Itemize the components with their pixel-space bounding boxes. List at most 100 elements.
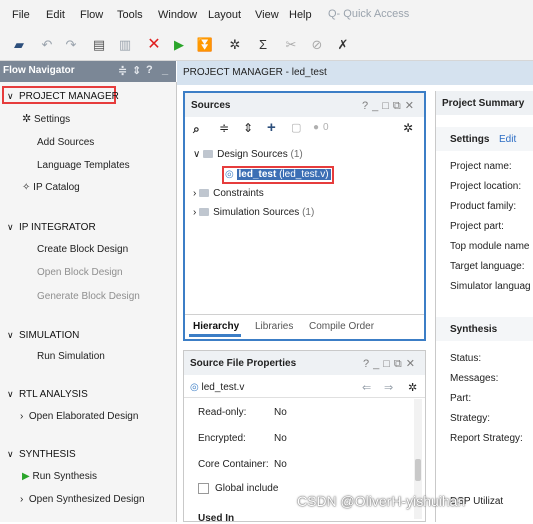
menu-view[interactable]: View xyxy=(255,9,279,21)
nav-create-block-design[interactable]: Create Block Design xyxy=(37,244,128,255)
tab-compile-order[interactable]: Compile Order xyxy=(309,321,374,332)
paste-icon[interactable]: ▥ xyxy=(116,37,134,53)
tool-icon[interactable]: ✂ xyxy=(282,37,300,53)
section-label: SYNTHESIS xyxy=(19,449,76,460)
menu-layout[interactable]: Layout xyxy=(208,9,241,21)
tab-hierarchy[interactable]: Hierarchy xyxy=(193,321,239,332)
file-name: led_test.v xyxy=(201,382,245,393)
section-simulation[interactable]: ∨ SIMULATION xyxy=(7,330,79,341)
copy-icon[interactable]: ▤ xyxy=(90,37,108,53)
divider xyxy=(184,397,425,398)
info-icon[interactable]: ▢ xyxy=(291,121,301,134)
toolbar: ▰ ↶ ↷ ▤ ▥ ✕ ▶ ⏬ ✲ Σ ✂ ⊘ ✗ xyxy=(0,30,533,61)
watermark: CSDN @OliverH-yishuihan xyxy=(297,493,466,509)
module-file: (led_test.v) xyxy=(279,169,329,180)
cancel-icon[interactable]: ✗ xyxy=(334,37,352,53)
section-label: SIMULATION xyxy=(19,330,80,341)
module-name: led_test xyxy=(238,169,277,180)
nav-generate-block-design[interactable]: Generate Block Design xyxy=(37,291,140,302)
pencil-icon[interactable]: ⊘ xyxy=(308,37,326,53)
sources-title: Sources xyxy=(191,100,231,111)
flow-navigator-title: Flow Navigator xyxy=(3,65,75,76)
edit-link[interactable]: Edit xyxy=(499,134,516,145)
ip-catalog-icon: ✧ xyxy=(22,182,31,193)
summary-field: Simulator languag xyxy=(450,281,531,292)
quick-access-search[interactable]: Q- Quick Access xyxy=(328,5,508,23)
collapse-all-icon[interactable]: ≑ xyxy=(219,121,229,135)
tree-constraints[interactable]: › Constraints xyxy=(193,188,264,199)
chevron-down-icon: ∨ xyxy=(193,149,201,160)
menu-flow[interactable]: Flow xyxy=(80,9,103,21)
summary-field: Project name: xyxy=(450,161,512,172)
help-icon[interactable]: ? xyxy=(146,64,153,76)
file-icon: ◎ xyxy=(190,382,199,393)
step-icon[interactable]: ⏬ xyxy=(196,37,214,53)
nav-label: IP Catalog xyxy=(33,182,80,193)
synth-field: Strategy: xyxy=(450,413,491,424)
nav-add-sources[interactable]: Add Sources xyxy=(37,137,94,148)
menu-help[interactable]: Help xyxy=(289,9,312,21)
folder-icon xyxy=(203,150,214,159)
nav-run-simulation[interactable]: Run Simulation xyxy=(37,351,105,362)
section-synthesis[interactable]: ∨ SYNTHESIS xyxy=(7,449,76,460)
tab-libraries[interactable]: Libraries xyxy=(255,321,293,332)
chevron-right-icon: › xyxy=(193,188,197,199)
nav-open-synthesized-design[interactable]: › Open Synthesized Design xyxy=(20,494,145,505)
back-icon[interactable]: ⇐ xyxy=(362,381,371,394)
folder-icon xyxy=(199,208,210,217)
synth-field: Report Strategy: xyxy=(450,433,523,444)
menu-window[interactable]: Window xyxy=(158,9,197,21)
expand-all-icon[interactable]: ⇕ xyxy=(132,64,141,77)
flow-navigator-header: Flow Navigator ≑ ⇕ ? _ xyxy=(0,61,176,82)
menu-tools[interactable]: Tools xyxy=(117,9,143,21)
window-controls[interactable]: ?_□⧉✕ xyxy=(362,99,418,113)
gear-icon: ✲ xyxy=(22,113,32,125)
open-project-icon[interactable]: ▰ xyxy=(10,37,28,53)
window-controls[interactable]: ?_□⧉✕ xyxy=(363,357,419,371)
undo-icon[interactable]: ↶ xyxy=(38,37,56,53)
prop-label: Core Container: xyxy=(198,459,269,470)
redo-icon[interactable]: ↷ xyxy=(62,37,80,53)
add-icon[interactable]: + xyxy=(267,119,276,136)
tree-label: Design Sources xyxy=(217,149,288,160)
prop-value: No xyxy=(274,459,287,470)
module-icon: ◎ xyxy=(225,169,234,180)
chevron-right-icon: › xyxy=(193,207,197,218)
settings-icon[interactable]: ✲ xyxy=(226,37,244,53)
search-icon[interactable]: ⌕ xyxy=(193,122,200,137)
menu-file[interactable]: File xyxy=(12,9,30,21)
section-rtl-analysis[interactable]: ∨ RTL ANALYSIS xyxy=(7,389,88,400)
nav-open-elaborated-design[interactable]: › Open Elaborated Design xyxy=(20,411,138,422)
tree-design-sources[interactable]: ∨ Design Sources (1) xyxy=(193,149,303,160)
section-project-manager[interactable]: ∨ PROJECT MANAGER xyxy=(7,91,119,102)
tree-led-test[interactable]: ◎ led_test (led_test.v) xyxy=(225,169,331,180)
nav-open-block-design[interactable]: Open Block Design xyxy=(37,267,123,278)
section-ip-integrator[interactable]: ∨ IP INTEGRATOR xyxy=(7,222,96,233)
run-icon[interactable]: ▶ xyxy=(170,37,188,53)
chevron-down-icon: ∨ xyxy=(7,222,14,232)
nav-run-synthesis[interactable]: ▶ Run Synthesis xyxy=(22,471,97,482)
gear-icon[interactable]: ✲ xyxy=(408,381,417,394)
summary-field: Target language: xyxy=(450,261,525,272)
global-include-checkbox[interactable]: Global include xyxy=(198,483,278,494)
sfp-title: Source File Properties xyxy=(190,358,297,369)
scrollbar-thumb[interactable] xyxy=(415,459,421,481)
nav-settings[interactable]: ✲ Settings xyxy=(22,112,70,125)
settings-section-header: Settings Edit xyxy=(436,127,533,151)
status-icon: ● xyxy=(313,122,320,133)
synth-field: Status: xyxy=(450,353,482,364)
gear-icon[interactable]: ✲ xyxy=(403,121,413,135)
chevron-down-icon: ∨ xyxy=(7,91,14,101)
sfp-file: ◎ led_test.v xyxy=(190,382,244,393)
forward-icon[interactable]: ⇒ xyxy=(384,381,393,394)
sigma-icon[interactable]: Σ xyxy=(254,37,272,53)
nav-ip-catalog[interactable]: ✧ IP Catalog xyxy=(22,182,80,193)
expand-all-icon[interactable]: ⇕ xyxy=(243,121,253,135)
status-count: 0 xyxy=(323,122,329,133)
nav-language-templates[interactable]: Language Templates xyxy=(37,160,130,171)
collapse-all-icon[interactable]: ≑ xyxy=(118,64,127,77)
menu-edit[interactable]: Edit xyxy=(46,9,65,21)
tree-simulation-sources[interactable]: › Simulation Sources (1) xyxy=(193,207,314,218)
minimize-icon[interactable]: _ xyxy=(162,64,168,76)
delete-icon[interactable]: ✕ xyxy=(145,37,163,53)
